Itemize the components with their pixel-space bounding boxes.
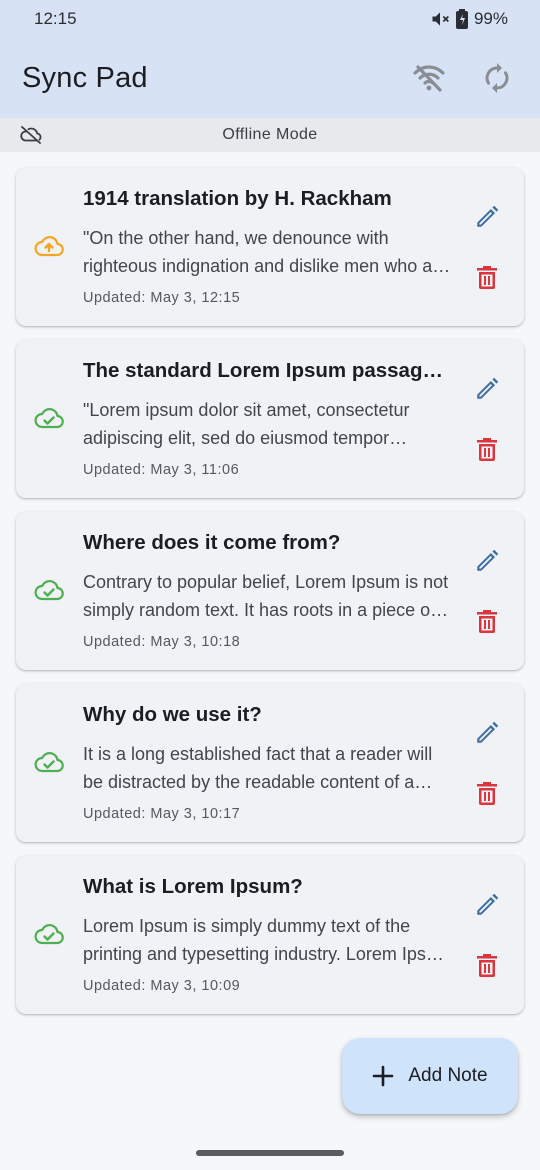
note-card[interactable]: What is Lorem Ipsum? Lorem Ipsum is simp… bbox=[16, 856, 524, 1014]
delete-icon[interactable] bbox=[476, 264, 498, 290]
edit-icon[interactable] bbox=[474, 720, 500, 746]
cloud-off-icon bbox=[20, 125, 42, 150]
note-body: "Lorem ipsum dolor sit amet, consectetur… bbox=[83, 400, 410, 448]
sync-icon bbox=[485, 63, 509, 93]
note-title: Where does it come from? bbox=[83, 531, 341, 554]
wifi-off-icon bbox=[413, 65, 445, 92]
note-updated: Updated: May 3, 10:17 bbox=[83, 806, 241, 822]
app-bar: Sync Pad bbox=[0, 38, 540, 118]
note-body: Contrary to popular belief, Lorem Ipsum … bbox=[83, 572, 449, 620]
note-card[interactable]: 1914 translation by H. Rackham "On the o… bbox=[16, 168, 524, 326]
status-icons: 99% bbox=[430, 9, 508, 29]
note-title: Why do we use it? bbox=[83, 703, 262, 726]
delete-icon[interactable] bbox=[476, 436, 498, 462]
note-updated: Updated: May 3, 10:18 bbox=[83, 634, 241, 650]
app-title: Sync Pad bbox=[22, 61, 148, 94]
note-updated: Updated: May 3, 10:09 bbox=[83, 978, 241, 994]
cloud-done-icon bbox=[34, 752, 64, 773]
note-body: "On the other hand, we denounce with rig… bbox=[83, 228, 449, 276]
notes-list: 1914 translation by H. Rackham "On the o… bbox=[16, 168, 524, 1028]
edit-icon[interactable] bbox=[474, 892, 500, 918]
cloud-done-icon bbox=[34, 408, 64, 429]
delete-icon[interactable] bbox=[476, 952, 498, 978]
wifi-off-button[interactable] bbox=[412, 61, 446, 95]
edit-icon[interactable] bbox=[474, 548, 500, 574]
note-title: What is Lorem Ipsum? bbox=[83, 875, 303, 898]
delete-icon[interactable] bbox=[476, 780, 498, 806]
battery-percent: 99% bbox=[473, 9, 508, 28]
note-body: Lorem Ipsum is simply dummy text of the … bbox=[83, 916, 451, 964]
note-updated: Updated: May 3, 11:06 bbox=[83, 462, 240, 478]
battery-icon bbox=[455, 9, 468, 29]
add-note-button[interactable]: Add Note bbox=[342, 1038, 518, 1114]
note-updated: Updated: May 3, 12:15 bbox=[83, 290, 241, 306]
note-card[interactable]: The standard Lorem Ipsum passage, used s… bbox=[16, 340, 524, 498]
sync-button[interactable] bbox=[480, 61, 514, 95]
mute-icon bbox=[430, 9, 450, 29]
status-bar: 12:15 99% bbox=[0, 0, 540, 38]
delete-icon[interactable] bbox=[476, 608, 498, 634]
note-title: 1914 translation by H. Rackham bbox=[83, 187, 392, 210]
edit-icon[interactable] bbox=[474, 204, 500, 230]
offline-banner-text: Offline Mode bbox=[222, 126, 318, 143]
note-card[interactable]: Why do we use it? It is a long establish… bbox=[16, 684, 524, 842]
add-note-label: Add Note bbox=[408, 1065, 488, 1086]
edit-icon[interactable] bbox=[474, 376, 500, 402]
cloud-done-icon bbox=[34, 924, 64, 945]
status-time: 12:15 bbox=[34, 9, 77, 28]
offline-banner: Offline Mode bbox=[0, 118, 540, 152]
note-title: The standard Lorem Ipsum passage, used s… bbox=[83, 359, 453, 382]
home-indicator[interactable] bbox=[196, 1150, 344, 1156]
plus-icon bbox=[373, 1065, 394, 1087]
note-card[interactable]: Where does it come from? Contrary to pop… bbox=[16, 512, 524, 670]
cloud-done-icon bbox=[34, 580, 64, 601]
note-body: It is a long established fact that a rea… bbox=[83, 744, 433, 792]
app-actions bbox=[412, 61, 514, 95]
cloud-upload-icon bbox=[34, 236, 64, 257]
